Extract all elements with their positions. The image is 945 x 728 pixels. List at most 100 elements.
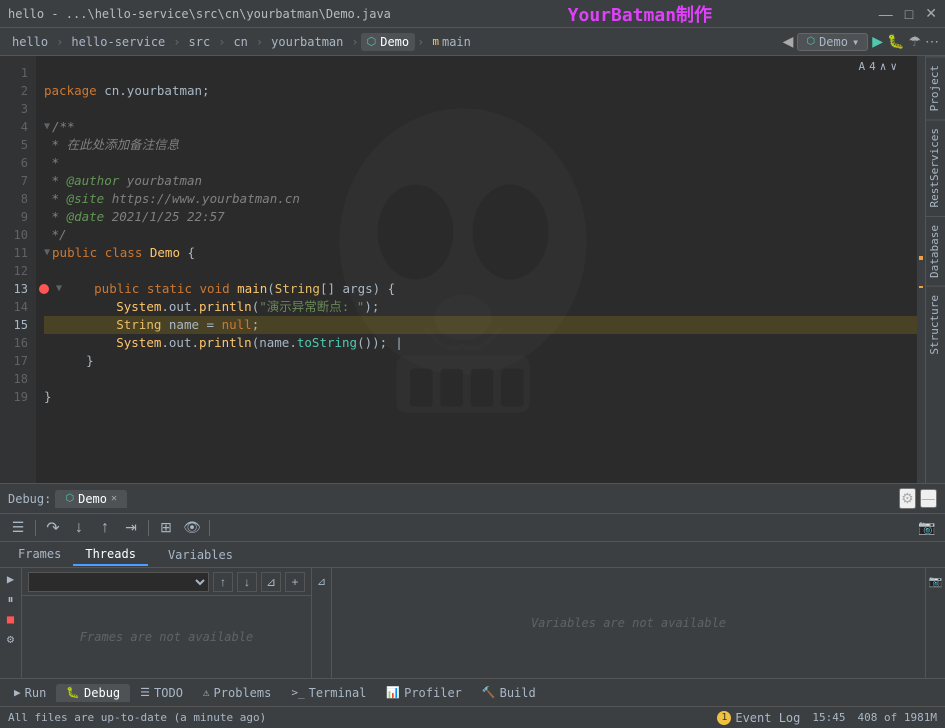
nav-cn[interactable]: cn [227, 33, 253, 51]
debug-minimize-button[interactable]: — [920, 489, 937, 508]
code-line-2: package cn.yourbatman; [44, 82, 917, 100]
nav-hello[interactable]: hello [6, 33, 54, 51]
debug-resume-btn[interactable]: ▶ [2, 570, 20, 588]
line-numbers: 1 2 3 4 5 6 7 8 9 10 11 12 13 14 15 16 1… [0, 56, 36, 483]
debug-evaluate[interactable]: ⊞ [154, 517, 178, 539]
run-config-icon: ⬡ [806, 36, 815, 47]
window-controls: — □ ✕ [879, 5, 937, 22]
bottom-tab-todo[interactable]: ☰ TODO [130, 684, 193, 702]
line-num-9: 9 [6, 208, 28, 226]
editor-scrollbar[interactable] [917, 56, 925, 483]
debug-pause-btn[interactable]: ⏸ [2, 590, 20, 608]
debug-settings-button[interactable]: ⚙ [899, 488, 916, 509]
debug-watch[interactable]: 👁 [180, 517, 204, 539]
debug-subtab-frames[interactable]: Frames [6, 544, 73, 566]
bottom-tab-profiler[interactable]: 📊 Profiler [376, 684, 472, 702]
terminal-label: Terminal [309, 686, 367, 700]
bottom-tabs: ▶ Run 🐛 Debug ☰ TODO ⚠ Problems >_ Termi… [0, 678, 945, 706]
expand-icon-13[interactable]: ▼ [56, 280, 62, 298]
debug-step-over[interactable]: ↷ [41, 517, 65, 539]
frames-filter-button[interactable]: ⊿ [261, 572, 281, 592]
sidebar-tab-project[interactable]: Project [926, 56, 945, 119]
back-button[interactable]: ◀ [783, 33, 794, 50]
frames-panel: ↑ ↓ ⊿ + Frames are not available [22, 568, 312, 678]
panel-expand-up[interactable]: ⊿ [313, 572, 331, 590]
run-button[interactable]: ▶ [872, 33, 883, 50]
sidebar-tab-rest[interactable]: RestServices [926, 119, 945, 215]
minimize-button[interactable]: — [879, 6, 893, 22]
line-num-18: 18 [6, 370, 28, 388]
scrollbar-marker-2 [919, 286, 923, 288]
event-log[interactable]: 1 Event Log [717, 711, 800, 725]
problems-icon: ⚠ [203, 686, 210, 699]
bottom-tab-terminal[interactable]: >_ Terminal [281, 684, 376, 702]
bottom-tab-build[interactable]: 🔨 Build [472, 684, 546, 702]
debug-tab-icon: ⬡ [65, 493, 74, 504]
code-line-14: System.out.println("演示异常断点: "); [44, 298, 917, 316]
sidebar-tab-database[interactable]: Database [926, 216, 945, 286]
close-button[interactable]: ✕ [925, 5, 937, 22]
debug-stop-btn[interactable]: ■ [2, 610, 20, 628]
cameras-icon[interactable]: 📷 [927, 572, 945, 590]
bottom-tab-problems[interactable]: ⚠ Problems [193, 684, 281, 702]
debug-subtab-threads[interactable]: Threads [73, 544, 148, 566]
debug-run-to-cursor[interactable]: ⇥ [119, 517, 143, 539]
debug-restore-layout[interactable]: ☰ [6, 517, 30, 539]
sidebar-tab-structure[interactable]: Structure [926, 286, 945, 363]
expand-icon-11[interactable]: ▼ [44, 244, 50, 262]
line-col-indicator: A 4 ∧ ∨ [859, 60, 898, 73]
line-num-2: 2 [6, 82, 28, 100]
code-container[interactable]: 1 2 3 4 5 6 7 8 9 10 11 12 13 14 15 16 1… [0, 56, 925, 483]
code-line-3 [44, 100, 917, 118]
debug-settings-mini[interactable]: ⚙ [2, 630, 20, 648]
debug-step-out[interactable]: ↑ [93, 517, 117, 539]
maximize-button[interactable]: □ [905, 6, 913, 22]
debug-tab-close[interactable]: ✕ [111, 493, 117, 504]
line-num-12: 12 [6, 262, 28, 280]
run-config-dropdown-icon: ▾ [852, 35, 859, 49]
terminal-icon: >_ [291, 686, 304, 699]
panel-controls: ⊿ [312, 568, 332, 678]
code-lines[interactable]: package cn.yourbatman; ▼ /** * 在此处添加备注信息… [36, 56, 917, 483]
code-line-9: * @date 2021/1/25 22:57 [44, 208, 917, 226]
debug-button[interactable]: 🐛 [887, 33, 904, 50]
profiler-icon: 📊 [386, 686, 400, 699]
event-log-badge: 1 [717, 711, 731, 725]
frames-add-button[interactable]: + [285, 572, 305, 592]
line-num-19: 19 [6, 388, 28, 406]
nav-demo-file[interactable]: ⬡ Demo [361, 33, 416, 51]
debug-header: Debug: ⬡ Demo ✕ ⚙ — [0, 484, 945, 514]
code-line-5: * 在此处添加备注信息 [44, 136, 917, 154]
nav-hello-service[interactable]: hello-service [65, 33, 171, 51]
frames-empty-message: Frames are not available [22, 596, 311, 678]
code-line-7: * @author yourbatman [44, 172, 917, 190]
debug-left-controls: ▶ ⏸ ■ ⚙ [0, 568, 22, 678]
code-line-10: */ [44, 226, 917, 244]
breakpoint-13[interactable] [36, 284, 52, 294]
coverage-button[interactable]: ☂ [908, 33, 921, 50]
nav-right: ◀ ⬡ Demo ▾ ▶ 🐛 ☂ ⋯ [783, 33, 939, 51]
right-sidebar: Project RestServices Database Structure [925, 56, 945, 483]
line-num-4: 4 [6, 118, 28, 136]
app-title: hello - ...\hello-service\src\cn\yourbat… [8, 7, 391, 21]
debug-subtabs: Frames Threads Variables [0, 542, 945, 568]
nav-src[interactable]: src [183, 33, 217, 51]
expand-icon-4[interactable]: ▼ [44, 118, 50, 136]
title-brand: YourBatman制作 [568, 1, 712, 27]
frames-down-button[interactable]: ↓ [237, 572, 257, 592]
status-memory[interactable]: 408 of 1981M [858, 711, 937, 724]
frames-up-button[interactable]: ↑ [213, 572, 233, 592]
frames-thread-select[interactable] [28, 572, 209, 592]
line-num-1: 1 [6, 64, 28, 82]
nav-main[interactable]: m main [426, 33, 477, 51]
demo-file-icon: ⬡ [367, 35, 377, 48]
debug-active-tab[interactable]: ⬡ Demo ✕ [55, 490, 127, 508]
bottom-tab-debug[interactable]: 🐛 Debug [56, 684, 130, 702]
run-config[interactable]: ⬡ Demo ▾ [797, 33, 868, 51]
bottom-tab-run[interactable]: ▶ Run [4, 684, 56, 702]
title-bar: hello - ...\hello-service\src\cn\yourbat… [0, 0, 945, 28]
debug-camera[interactable]: 📷 [915, 517, 939, 539]
nav-yourbatman[interactable]: yourbatman [265, 33, 349, 51]
more-run-options[interactable]: ⋯ [925, 33, 939, 50]
debug-step-into[interactable]: ↓ [67, 517, 91, 539]
